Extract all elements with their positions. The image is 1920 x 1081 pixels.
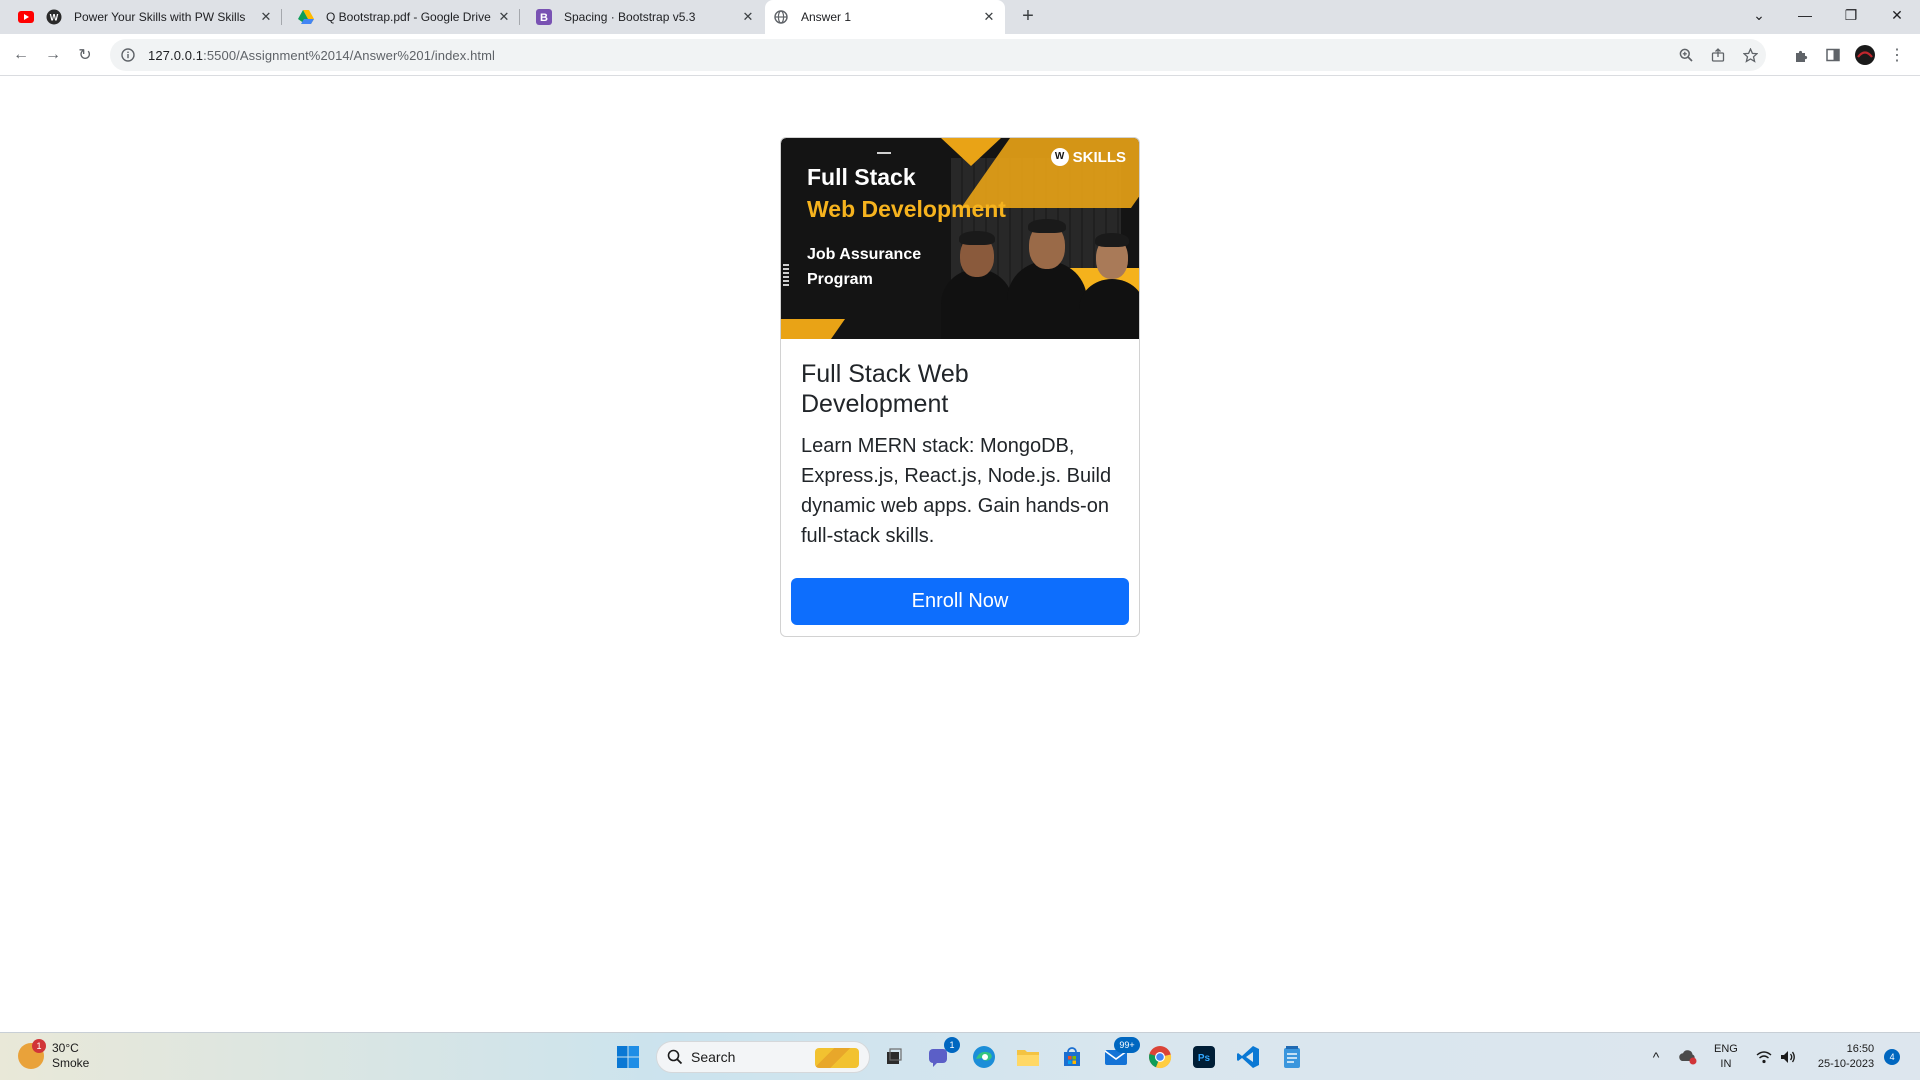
tab-search-icon[interactable]: ⌄ (1736, 0, 1782, 30)
bootstrap-icon: B (536, 9, 552, 25)
svg-text:B: B (540, 12, 548, 24)
extensions-icon[interactable] (1788, 42, 1814, 68)
enroll-now-button[interactable]: Enroll Now (791, 578, 1129, 625)
close-tab-icon[interactable]: ✕ (258, 9, 274, 25)
pw-logo-icon: W (1050, 148, 1069, 166)
notepad-icon[interactable] (1276, 1041, 1308, 1073)
chrome-icon[interactable] (1144, 1041, 1176, 1073)
zoom-icon[interactable] (1670, 48, 1702, 62)
new-tab-button[interactable]: + (1016, 5, 1040, 29)
language-indicator[interactable]: ENG IN (1714, 1042, 1738, 1072)
clock-date: 25-10-2023 (1817, 1058, 1875, 1070)
search-icon (667, 1049, 683, 1065)
instructor-figure (1079, 233, 1139, 339)
start-button[interactable] (612, 1041, 644, 1073)
mail-icon[interactable]: 99+ (1100, 1037, 1140, 1073)
bookmark-star-icon[interactable] (1734, 47, 1766, 63)
card-text: Learn MERN stack: MongoDB, Express.js, R… (801, 435, 1112, 547)
search-label: Search (691, 1049, 736, 1065)
weather-widget[interactable]: 1 30°C Smoke (18, 1039, 90, 1071)
globe-icon (773, 9, 789, 25)
volume-icon[interactable] (1780, 1050, 1796, 1064)
svg-text:Ps: Ps (1198, 1053, 1211, 1064)
show-hidden-icons[interactable]: ^ (1644, 1049, 1668, 1065)
close-window-button[interactable]: ✕ (1874, 0, 1920, 30)
url-text: 127.0.0.1:5500/Assignment%2014/Answer%20… (148, 47, 496, 63)
browser-toolbar: ← → ↻ 127.0.0.1:5500/Assignment%2014/Ans… (0, 34, 1920, 76)
minimize-button[interactable]: — (1782, 0, 1828, 30)
tab-answer-1[interactable]: Answer 1 ✕ (765, 0, 1005, 34)
tab-google-drive[interactable]: Q Bootstrap.pdf - Google Drive ✕ (290, 0, 520, 34)
file-explorer-icon[interactable] (1012, 1041, 1044, 1073)
vscode-icon[interactable] (1232, 1041, 1264, 1073)
banner-title-line2: Web Development (807, 196, 1006, 222)
restore-button[interactable]: ❐ (1828, 0, 1874, 30)
clock[interactable]: 16:50 25-10-2023 (1818, 1042, 1874, 1072)
tab-title: Answer 1 (801, 10, 852, 24)
card-title: Full Stack Web Development (801, 360, 969, 418)
google-drive-icon (298, 9, 314, 25)
clock-time: 16:50 (1846, 1043, 1875, 1055)
instructor-figure (941, 231, 1013, 339)
instructor-figure (1007, 219, 1087, 339)
task-view-icon[interactable] (878, 1041, 910, 1073)
wifi-icon[interactable] (1756, 1050, 1772, 1064)
side-panel-icon[interactable] (1820, 42, 1846, 68)
windows-taskbar: 1 30°C Smoke Search 1 99+ Ps ^ ENG IN 16… (0, 1032, 1920, 1080)
svg-text:W: W (50, 13, 59, 23)
onedrive-icon[interactable] (1678, 1049, 1698, 1065)
browser-tab-strip: W Power Your Skills with PW Skills ✕ Q B… (0, 0, 1920, 34)
pw-skills-icon: W (46, 9, 62, 25)
mail-badge: 99+ (1114, 1037, 1140, 1053)
banner-subtitle: Job Assurance Program (807, 246, 922, 288)
back-button[interactable]: ← (8, 42, 34, 68)
tab-bootstrap-spacing[interactable]: B Spacing · Bootstrap v5.3 ✕ (528, 0, 764, 34)
close-tab-icon[interactable]: ✕ (740, 9, 756, 25)
photoshop-icon[interactable]: Ps (1188, 1041, 1220, 1073)
pw-skills-logo: W SKILLS (1050, 148, 1126, 166)
share-icon[interactable] (1702, 48, 1734, 62)
forward-button[interactable]: → (40, 42, 66, 68)
edge-icon[interactable] (968, 1041, 1000, 1073)
search-highlight-icon (815, 1048, 859, 1068)
address-bar[interactable]: 127.0.0.1:5500/Assignment%2014/Answer%20… (110, 39, 1766, 71)
profile-avatar[interactable] (1852, 42, 1878, 68)
weather-description: Smoke (52, 1056, 90, 1070)
banner-title-line1: Full Stack (807, 164, 916, 190)
course-card: Full Stack Web Development Job Assurance… (780, 137, 1140, 637)
site-info-icon[interactable] (119, 46, 137, 64)
card-body: Full Stack Web Development Learn MERN st… (781, 339, 1139, 567)
weather-icon: 1 (18, 1039, 46, 1069)
weather-temperature: 30°C (52, 1041, 79, 1055)
reload-button[interactable]: ↻ (72, 42, 98, 68)
teams-badge: 1 (944, 1037, 960, 1053)
close-tab-icon[interactable]: ✕ (496, 9, 512, 25)
teams-chat-icon[interactable]: 1 (924, 1037, 960, 1073)
youtube-icon (18, 9, 34, 25)
browser-menu-icon[interactable]: ⋮ (1884, 42, 1910, 68)
microsoft-store-icon[interactable] (1056, 1041, 1088, 1073)
tab-title: Spacing · Bootstrap v5.3 (564, 10, 696, 24)
tab-title: Power Your Skills with PW Skills (74, 10, 246, 24)
page-viewport: Full Stack Web Development Job Assurance… (0, 77, 1920, 1032)
taskbar-search[interactable]: Search (656, 1041, 870, 1073)
tab-pw-skills[interactable]: W Power Your Skills with PW Skills ✕ (10, 0, 282, 34)
tab-title: Q Bootstrap.pdf - Google Drive (326, 10, 491, 24)
weather-badge: 1 (32, 1039, 46, 1053)
system-tray: ^ ENG IN 16:50 25-10-2023 4 (1644, 1033, 1901, 1081)
course-banner-image: Full Stack Web Development Job Assurance… (781, 138, 1139, 339)
notification-center-badge[interactable]: 4 (1884, 1049, 1901, 1065)
close-tab-icon[interactable]: ✕ (981, 9, 997, 25)
